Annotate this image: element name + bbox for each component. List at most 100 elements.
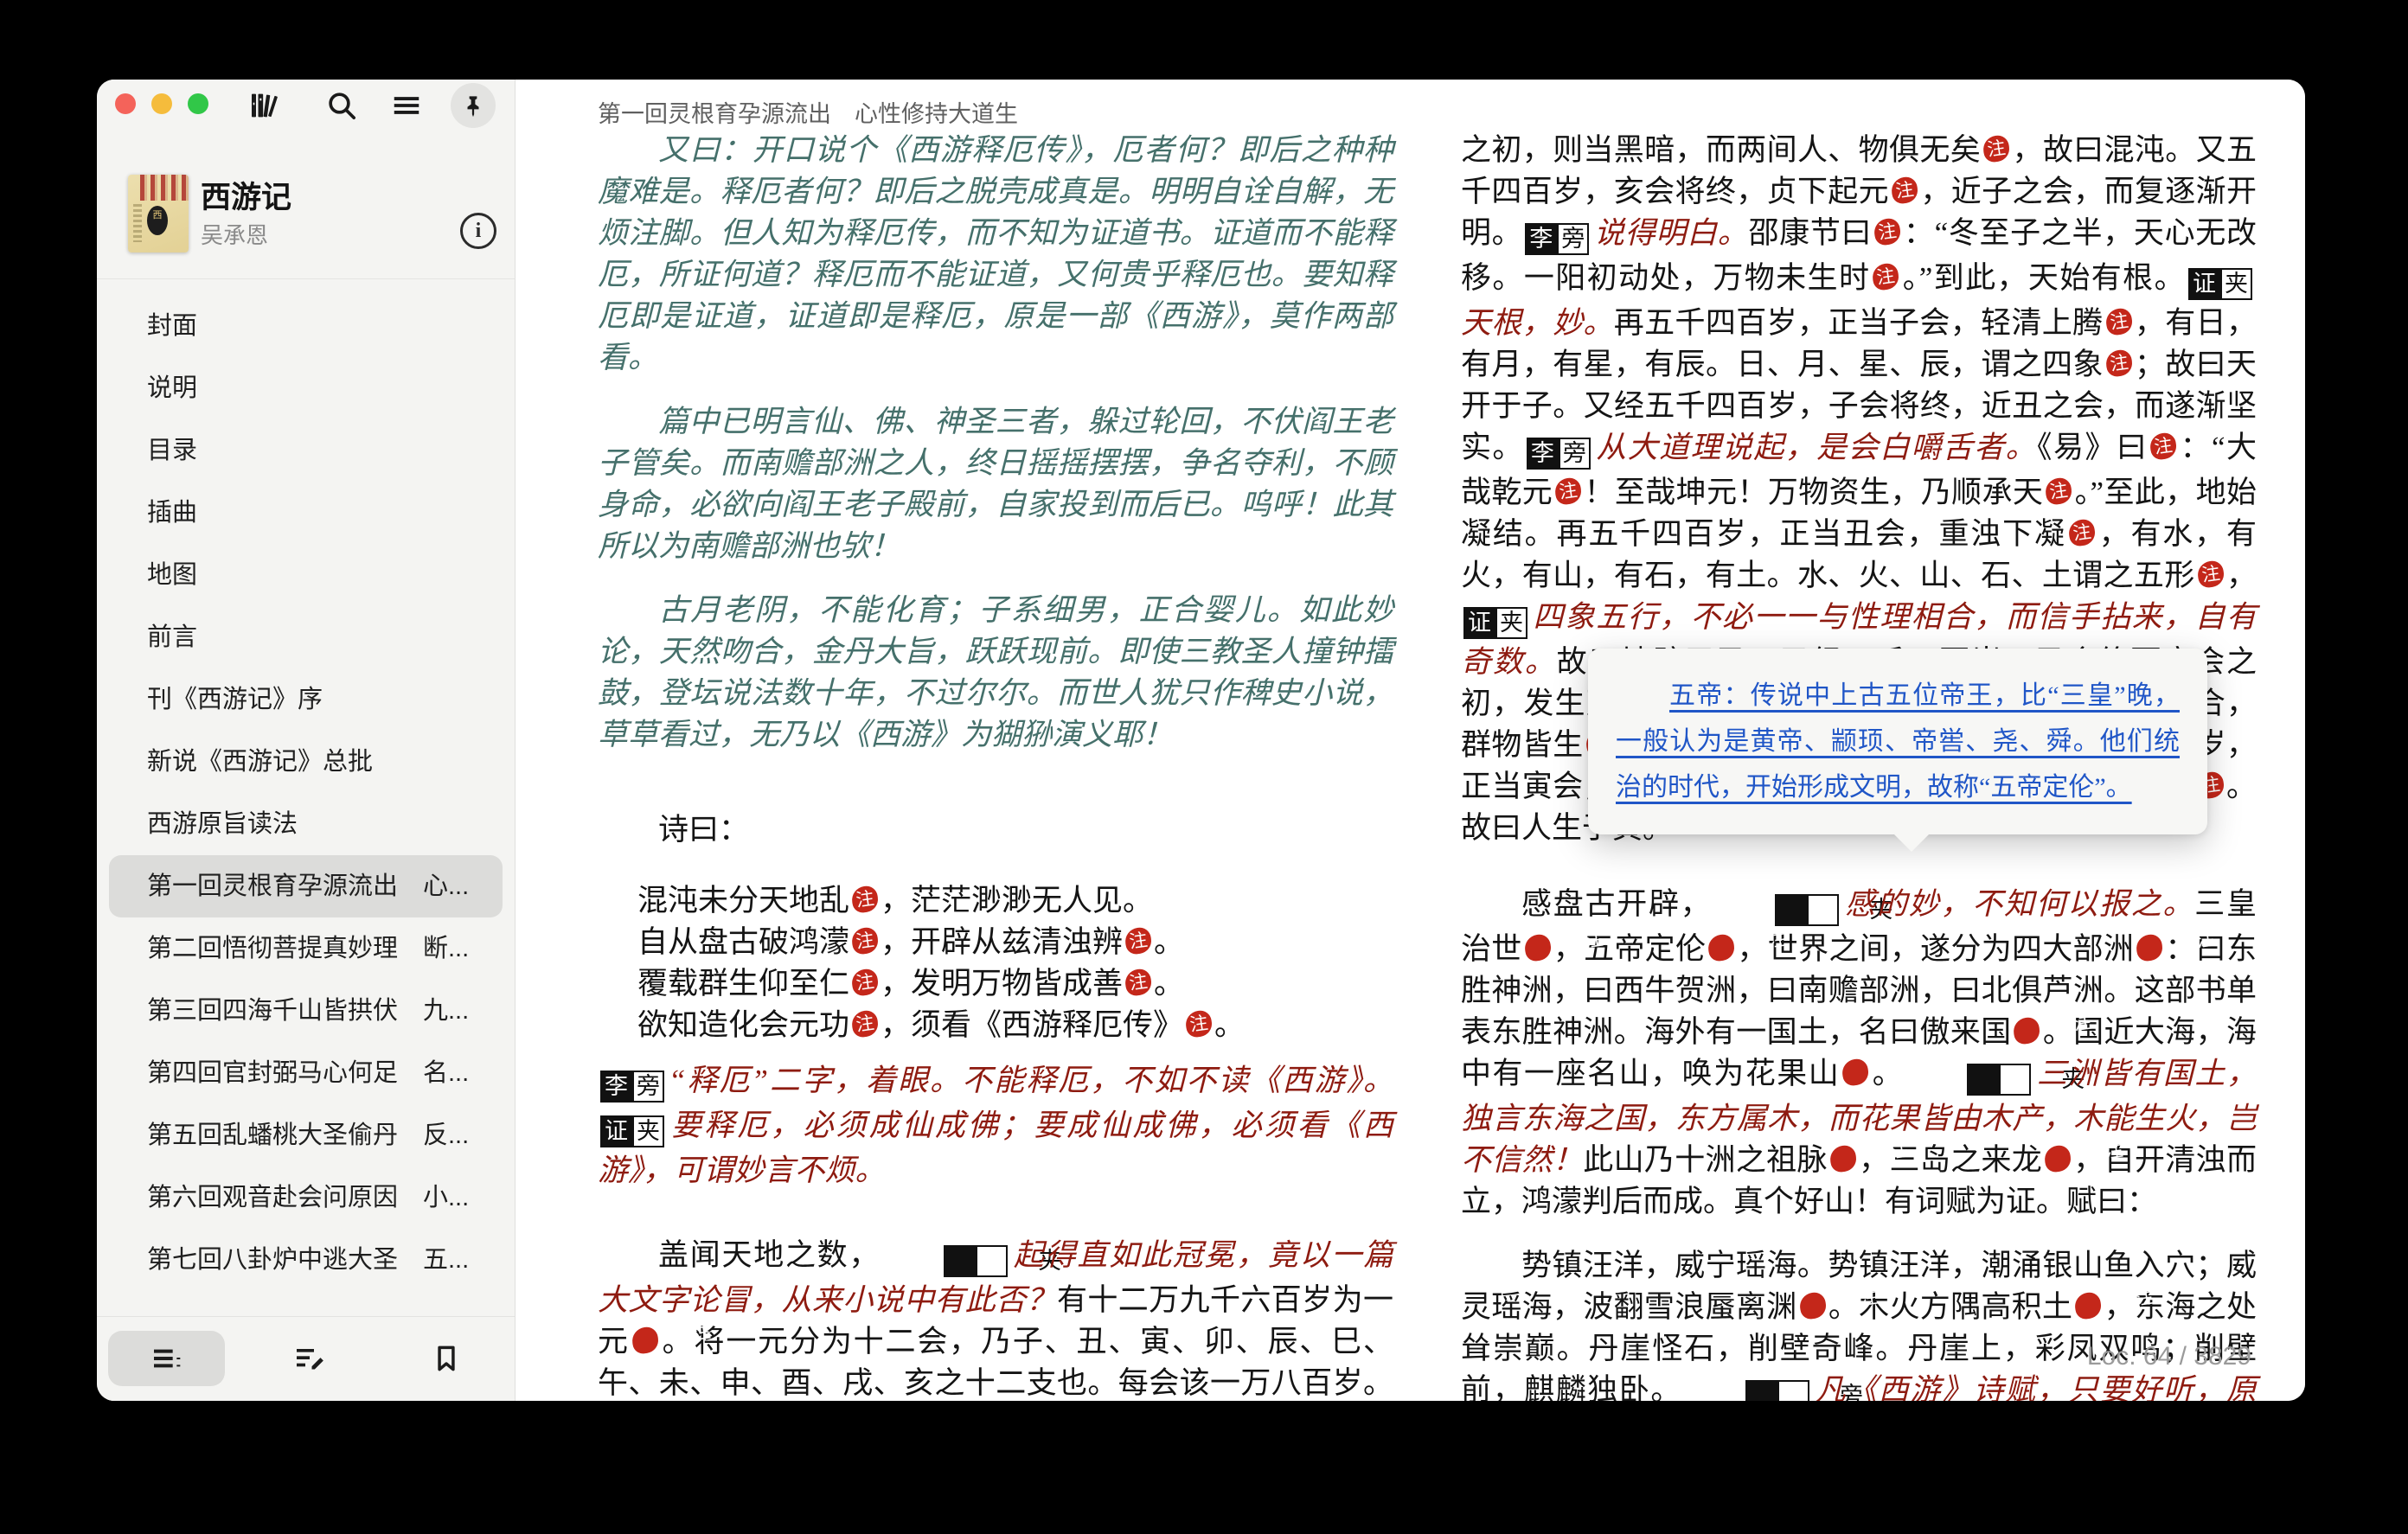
pin-toggle-active[interactable] [451,83,496,128]
sidebar-item-15[interactable]: 第六回观音赴会问原因 小... [97,1166,515,1229]
zhu-annotation-badge[interactable]: 注 [850,1009,880,1039]
zhu-annotation-badge[interactable]: 注 [2073,1291,2103,1320]
sidebar-item-4[interactable]: 插曲 [97,482,515,544]
marker-char: 旁 [1557,223,1589,255]
library-icon[interactable] [246,86,284,125]
li-pang-marker: 李旁 [1527,431,1591,472]
text-segment: 古月老阴，不能化育；子系细男，正合婴儿。如此妙论，天然吻合，金丹大旨，跃跃现前。… [598,593,1393,751]
marker-char: 李 [1525,223,1557,255]
text-segment: 又曰：开口说个《西游释厄传》，厄者何？即后之种种魔难是。释厄者何？即后之脱壳成真… [598,133,1393,374]
zhu-annotation-badge[interactable]: 注 [1982,134,2011,163]
zhu-annotation-badge[interactable]: 注 [2104,307,2134,336]
zhu-annotation-badge[interactable]: 注 [1124,968,1153,997]
text-segment: ，发明万物皆成善 [881,967,1123,1000]
cover-seal: 西 [147,206,168,235]
zhu-annotation-badge[interactable]: 注 [2149,431,2178,461]
zhu-annotation-badge[interactable]: 注 [1890,176,1919,205]
zhu-annotation-badge[interactable]: 注 [850,885,880,914]
book-cover[interactable]: 西 [128,175,189,252]
zheng-jia-marker: 证夹 [1906,1057,2031,1098]
menu-icon[interactable] [387,86,426,125]
paragraph: 又曰：开口说个《西游释厄传》，厄者何？即后之种种魔难是。释厄者何？即后之脱壳成真… [598,130,1393,379]
sidebar-item-3[interactable]: 目录 [97,419,515,482]
chapter-header: 第一回灵根育孕源流出 心性修持大道生 [598,95,1018,129]
screen: 西 西游记 吴承恩 i 封面说明目录插曲地图前言刊《西游记》序新说《西游记》总批… [0,0,2408,1534]
zhu-annotation-badge[interactable]: 注 [2044,476,2073,506]
text-segment: ，须看《西游释厄传》 [881,1008,1183,1042]
paragraph: 混沌未分天地乱注，茫茫渺渺无人见。 [637,880,1393,922]
text-segment: ！至哉坤元！万物资生，乃顺承天 [1584,476,2043,509]
zhu-annotation-badge[interactable]: 注 [1707,933,1736,962]
sidebar-item-5[interactable]: 地图 [97,544,515,606]
sidebar-bottom-toolbar [97,1316,515,1401]
sidebar-item-7[interactable]: 刊《西游记》序 [97,668,515,731]
zhu-annotation-badge[interactable]: 注 [1841,1058,1870,1087]
zhu-annotation-badge[interactable]: 注 [2067,518,2097,547]
zhu-annotation-badge[interactable]: 注 [850,926,880,956]
text-segment: 诗曰： [658,813,749,847]
close-window-button[interactable] [115,93,136,114]
sidebar-item-14[interactable]: 第五回乱蟠桃大圣偷丹 反... [97,1104,515,1166]
text-segment: 感盘古开辟， [1521,887,1712,921]
info-icon[interactable]: i [460,213,496,249]
reading-pane: 第一回灵根育孕源流出 心性修持大道生 又曰：开口说个《西游释厄传》，厄者何？即后… [516,80,2305,1401]
zhu-annotation-badge[interactable]: 注 [1553,476,1583,506]
search-icon[interactable] [323,86,361,125]
text-segment: 感的妙，不知何以报之。 [1843,887,2194,921]
text-segment: ，五帝定伦 [1553,932,1707,966]
table-of-contents: 封面说明目录插曲地图前言刊《西游记》序新说《西游记》总批西游原旨读法第一回灵根育… [97,295,515,1291]
text-segment: ， [2226,559,2257,592]
zheng-jia-marker: 证夹 [2188,261,2252,303]
zhu-annotation-badge[interactable]: 注 [1184,1009,1214,1039]
text-segment: 覆载群生仰至仁 [637,967,849,1000]
sidebar-item-11[interactable]: 第二回悟彻菩提真妙理 断... [97,917,515,980]
zhu-annotation-badge[interactable]: 注 [2135,933,2164,962]
annotation-tooltip-text[interactable]: 五帝：传说中上古五位帝王，比“三皇”晚，一般认为是黄帝、颛顼、帝喾、尧、舜。他们… [1616,673,2180,810]
text-segment: 邵康节曰 [1748,216,1872,250]
sidebar-item-12[interactable]: 第三回四海千山皆拱伏 九... [97,980,515,1042]
paragraph: 古月老阴，不能化育；子系细男，正合婴儿。如此妙论，天然吻合，金丹大旨，跃跃现前。… [598,590,1393,756]
sidebar-item-6[interactable]: 前言 [97,606,515,668]
marker-char: 证 [1967,1064,1999,1096]
paragraph: 李旁“释厄”二字，着眼。不能释厄，不如不读《西游》。证夹要释厄，必须成仙成佛；要… [598,1060,1393,1192]
zhu-annotation-badge[interactable]: 注 [850,968,880,997]
sidebar-item-2[interactable]: 说明 [97,357,515,419]
toc-tab-button[interactable] [108,1331,225,1386]
marker-char: 旁 [632,1071,664,1103]
zhu-annotation-badge[interactable]: 注 [1873,217,1902,246]
zhu-annotation-badge[interactable]: 注 [2104,348,2134,378]
bookmark-tab-button[interactable] [387,1331,504,1386]
annotation-tooltip: 五帝：传说中上古五位帝王，比“三皇”晚，一般认为是黄帝、颛顼、帝喾、尧、舜。他们… [1588,649,2207,834]
zhu-annotation-badge[interactable]: 注 [1124,926,1153,956]
sidebar-item-10[interactable]: 第一回灵根育孕源流出 心... [109,855,503,917]
sidebar-item-13[interactable]: 第四回官封弼马心何足 名... [97,1042,515,1104]
text-segment: 再五千四百岁，正当子会，轻清上腾 [1614,306,2104,340]
notes-tab-button[interactable] [251,1331,368,1386]
sidebar-item-9[interactable]: 西游原旨读法 [97,793,515,855]
sidebar-item-1[interactable]: 封面 [97,295,515,357]
marker-char: 李 [1527,438,1559,470]
li-pang-marker: 李旁 [1525,216,1589,258]
text-segment: 。 [1154,967,1184,1000]
sidebar-item-8[interactable]: 新说《西游记》总批 [97,731,515,793]
text-segment: 此山乃十洲之祖脉 [1583,1143,1828,1177]
zhu-annotation-badge[interactable]: 注 [631,1326,660,1355]
zhu-annotation-badge[interactable]: 注 [2196,559,2225,589]
zhu-annotation-badge[interactable]: 注 [1523,933,1553,962]
text-segment: 。 [1154,925,1184,959]
zhu-annotation-badge[interactable]: 注 [2043,1144,2072,1173]
marker-char: 夹 [1999,1064,2031,1096]
marker-char: 李 [1745,1380,1777,1401]
zoom-window-button[interactable] [188,93,208,114]
marker-char: 旁 [1777,1380,1809,1401]
book-title: 西游记 [201,173,291,217]
zhu-annotation-badge[interactable]: 注 [1871,262,1900,291]
text-segment: 。”到此，天始有根。 [1901,261,2186,295]
zhu-annotation-badge[interactable]: 注 [2013,1016,2042,1045]
text-segment: 欲知造化会元功 [637,1008,849,1042]
sidebar-item-16[interactable]: 第七回八卦炉中逃大圣 五... [97,1229,515,1291]
zhu-annotation-badge[interactable]: 注 [1798,1291,1828,1320]
zheng-jia-marker: 证夹 [1714,887,1839,929]
minimize-window-button[interactable] [151,93,172,114]
zhu-annotation-badge[interactable]: 注 [1828,1144,1858,1173]
